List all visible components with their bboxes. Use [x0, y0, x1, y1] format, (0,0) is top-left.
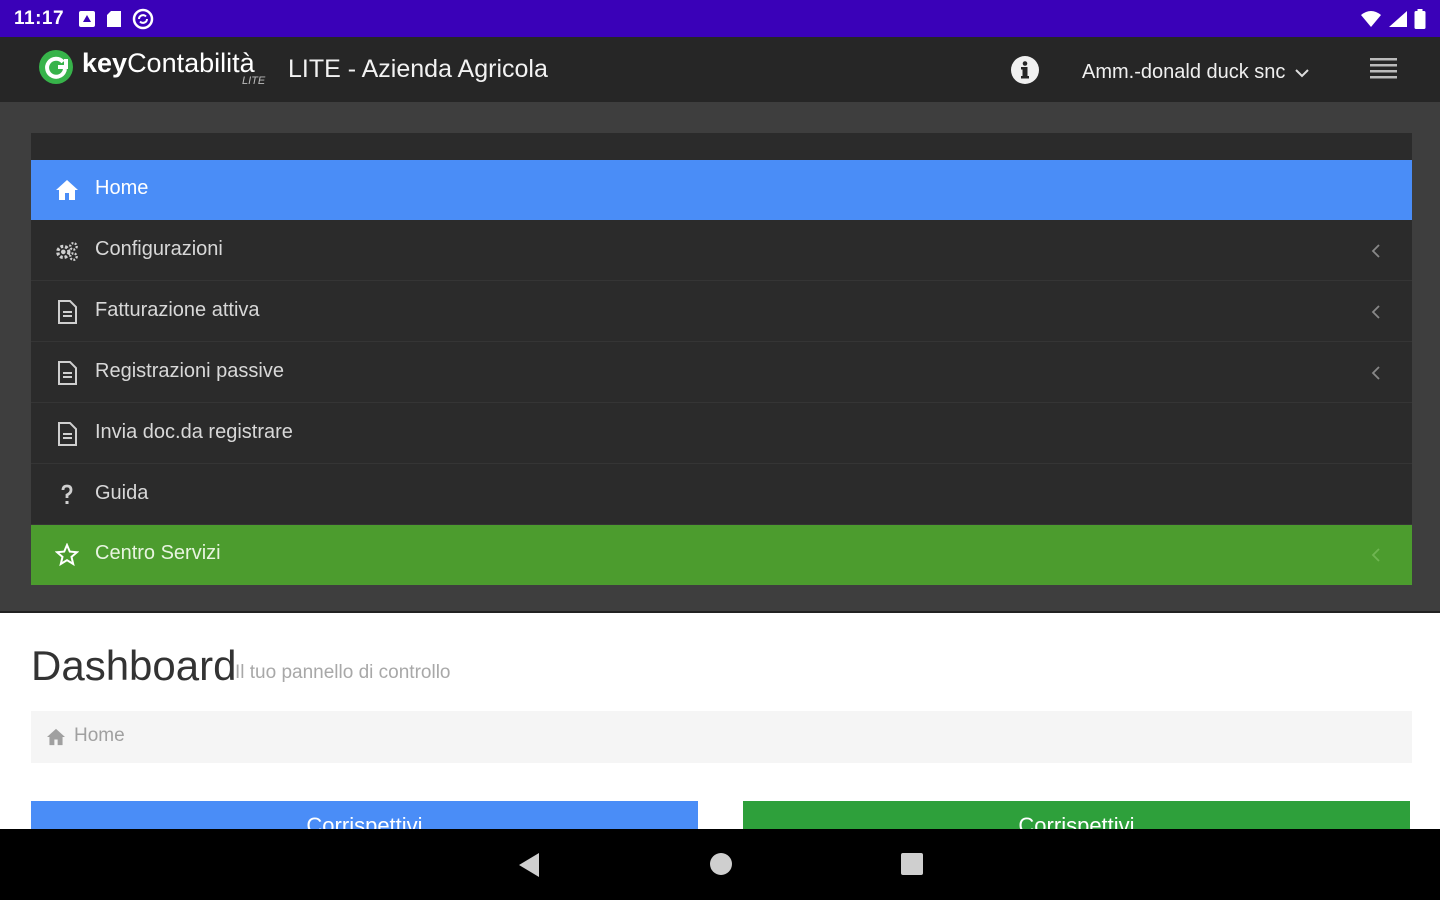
sd-card-icon	[107, 10, 122, 27]
question-icon	[55, 483, 79, 507]
logo-subtext: LITE	[242, 75, 266, 87]
breadcrumb-home-link[interactable]: Home	[74, 725, 125, 747]
back-icon[interactable]	[517, 851, 541, 879]
hamburger-icon	[1370, 58, 1397, 79]
notification-square-icon	[79, 10, 96, 27]
sidebar-item-label: Configurazioni	[95, 238, 223, 260]
logo-text: keyContabilità	[82, 48, 255, 79]
sidebar-item-label: Home	[95, 177, 149, 199]
recents-icon[interactable]	[900, 851, 924, 877]
sync-circle-icon	[132, 8, 154, 29]
sidebar-item-label: Centro Servizi	[95, 542, 221, 564]
card-corrispettivi-1[interactable]: Corrispettivi	[31, 801, 698, 831]
app-title: LITE - Azienda Agricola	[288, 55, 548, 83]
divider	[0, 611, 1440, 613]
sidebar-item-fatturazione-attiva[interactable]: Fatturazione attiva	[31, 282, 1412, 342]
wifi-icon	[1361, 10, 1381, 27]
menu-area: Home Configurazioni Fatturazione attiva	[0, 102, 1440, 611]
sidebar-item-invia-doc[interactable]: Invia doc.da registrare	[31, 404, 1412, 464]
system-nav-bar	[0, 829, 1440, 900]
page-title: Dashboard	[31, 642, 237, 689]
sidebar-item-registrazioni-passive[interactable]: Registrazioni passive	[31, 343, 1412, 403]
logo-text-bold: key	[82, 48, 128, 78]
user-menu[interactable]: Amm.-donald duck snc	[1082, 61, 1310, 84]
document-icon	[55, 361, 79, 385]
home-icon	[55, 178, 79, 202]
battery-icon	[1414, 8, 1426, 29]
sidebar-item-home[interactable]: Home	[31, 160, 1412, 220]
cogs-icon	[55, 239, 79, 263]
status-left-icons	[78, 8, 154, 30]
sidebar-item-label: Invia doc.da registrare	[95, 421, 293, 443]
sidebar-item-configurazioni[interactable]: Configurazioni	[31, 221, 1412, 281]
document-icon	[55, 422, 79, 446]
app-header: keyContabilità LITE LITE - Azienda Agric…	[0, 37, 1440, 102]
card-corrispettivi-2[interactable]: Corrispettivi	[743, 801, 1410, 831]
logo-refresh-icon	[39, 50, 73, 84]
home-icon	[46, 728, 66, 751]
chevron-left-icon	[1371, 305, 1380, 319]
chevron-left-icon	[1371, 548, 1380, 562]
info-icon	[1011, 56, 1039, 84]
breadcrumb: Home	[31, 711, 1412, 763]
sidebar-item-guida[interactable]: Guida	[31, 465, 1412, 525]
logo[interactable]	[38, 49, 74, 85]
status-right-icons	[1360, 8, 1426, 29]
user-name: Amm.-donald duck snc	[1082, 61, 1286, 83]
page-subtitle: Il tuo pannello di controllo	[235, 662, 451, 683]
sidebar-item-label: Fatturazione attiva	[95, 299, 260, 321]
chevron-left-icon	[1371, 366, 1380, 380]
document-icon	[55, 300, 79, 324]
sidebar-item-label: Registrazioni passive	[95, 360, 284, 382]
signal-icon	[1389, 10, 1407, 27]
sidebar-item-centro-servizi[interactable]: Centro Servizi	[31, 525, 1412, 585]
status-time: 11:17	[14, 7, 65, 29]
star-icon	[55, 543, 79, 567]
chevron-left-icon	[1371, 244, 1380, 258]
chevron-down-icon	[1295, 68, 1310, 77]
logo-text-regular: Contabilità	[127, 48, 255, 78]
hamburger-menu-button[interactable]	[1370, 57, 1397, 81]
status-bar: 11:17	[0, 0, 1440, 37]
sidebar-menu: Home Configurazioni Fatturazione attiva	[31, 133, 1412, 585]
home-circle-icon[interactable]	[708, 851, 734, 877]
sidebar-item-label: Guida	[95, 482, 149, 504]
info-button[interactable]	[1010, 55, 1040, 85]
